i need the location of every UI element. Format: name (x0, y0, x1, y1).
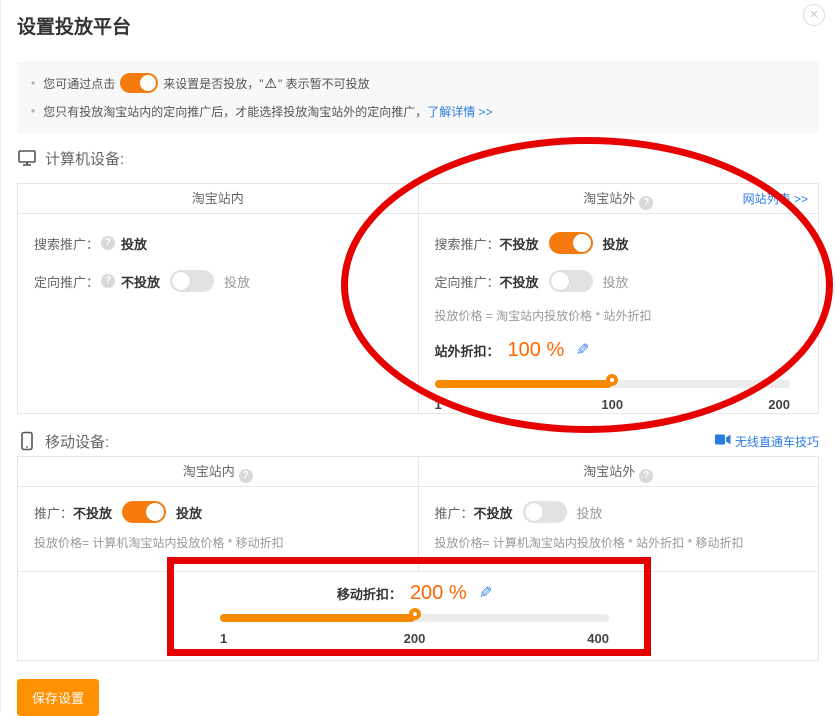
slider-handle[interactable] (409, 608, 421, 620)
mobile-onsite-promo-row: 推广： 不投放 投放 (34, 501, 402, 523)
slider-labels: 1 100 200 (435, 396, 791, 414)
computer-onsite-header: 淘宝站内 (18, 184, 418, 213)
row-label: 搜索推广： (435, 234, 500, 253)
pc-offsite-target-row: 定向推广： 不投放 投放 (435, 270, 803, 292)
row-label: 推广： (34, 503, 73, 522)
pc-offsite-search-toggle[interactable] (549, 232, 593, 254)
slider-current: 100 (601, 396, 623, 414)
mobile-discount-head: 移动折扣： 200 % ✎ (220, 580, 609, 606)
page-title: 设置投放平台 (1, 0, 835, 39)
pc-offsite-target-toggle[interactable] (549, 270, 593, 292)
notice2-text: 您只有投放淘宝站内的定向推广后，才能选择投放淘宝站外的定向推广， (43, 103, 427, 120)
learn-more-link[interactable]: 了解详情 >> (427, 103, 492, 120)
computer-table: 淘宝站内 淘宝站外? 网站列表 >> 搜索推广： ? 投放 定向推广： ? 不投… (17, 183, 819, 414)
mobile-section-title: 移动设备: (45, 431, 109, 452)
computer-onsite-cell: 搜索推广： ? 投放 定向推广： ? 不投放 投放 (18, 214, 418, 413)
slider-min: 1 (435, 396, 442, 414)
pc-onsite-target-toggle[interactable] (170, 270, 214, 292)
offsite-discount-row: 站外折扣： 100 % ✎ (435, 336, 803, 364)
on-state-label: 投放 (224, 272, 250, 291)
mobile-offsite-promo-row: 推广： 不投放 投放 (435, 501, 803, 523)
mobile-table: 淘宝站内? 淘宝站外? 推广： 不投放 投放 投放价格= 计算机淘宝站内投放价格… (17, 456, 819, 661)
search-state: 投放 (121, 234, 147, 253)
on-state-label: 投放 (577, 503, 603, 522)
computer-section-title: 计算机设备: (45, 148, 124, 169)
pc-onsite-target-row: 定向推广： ? 不投放 投放 (34, 270, 402, 292)
close-icon[interactable]: × (803, 4, 825, 26)
pc-onsite-search-row: 搜索推广： ? 投放 (34, 232, 402, 254)
mobile-discount-row: 移动折扣： 200 % ✎ 1 200 400 (18, 571, 818, 660)
mobile-offsite-formula: 投放价格= 计算机淘宝站内投放价格 * 站外折扣 * 移动折扣 (435, 535, 803, 551)
help-icon[interactable]: ? (239, 469, 253, 483)
phone-icon (17, 431, 37, 451)
notice-box: • 您可通过点击 来设置是否投放，" ⚠ " 表示暂不可投放 • 您只有投放淘宝… (17, 61, 819, 133)
edit-pencil-icon[interactable]: ✎ (479, 583, 492, 603)
computer-section-header: 计算机设备: (17, 145, 819, 171)
row-label: 定向推广： (34, 272, 99, 291)
computer-offsite-cell: 搜索推广： 不投放 投放 定向推广： 不投放 投放 投放价格 = 淘宝站内投放价… (418, 214, 819, 413)
slider-track-area[interactable] (435, 374, 791, 394)
slider-max: 200 (768, 396, 790, 414)
set-platform-dialog: { "dialog": { "title": "设置投放平台", "close_… (0, 0, 835, 711)
slider-current: 200 (404, 630, 426, 648)
on-state-label: 投放 (603, 234, 629, 253)
slider-min: 1 (220, 630, 227, 648)
off-state-label: 不投放 (121, 272, 160, 291)
website-list-link[interactable]: 网站列表 >> (743, 184, 808, 214)
mobile-offsite-header: 淘宝站外? (418, 457, 819, 486)
mobile-discount-value: 200 % (410, 582, 467, 605)
warning-icon: ⚠ (264, 75, 277, 92)
save-settings-button[interactable]: 保存设置 (17, 679, 99, 716)
slider-track-area[interactable] (220, 608, 609, 628)
slider-fill (220, 614, 415, 622)
computer-offsite-header: 淘宝站外? 网站列表 >> (418, 184, 819, 213)
off-state-label: 不投放 (500, 234, 539, 253)
row-label: 推广： (435, 503, 474, 522)
offsite-discount-value: 100 % (508, 339, 565, 362)
mobile-discount-slider: 1 200 400 (220, 608, 609, 648)
notice1-post: " 表示暂不可投放 (278, 75, 370, 92)
mobile-offsite-promo-toggle[interactable] (523, 501, 567, 523)
edit-pencil-icon[interactable]: ✎ (576, 340, 589, 360)
off-state-label: 不投放 (474, 503, 513, 522)
bullet-icon: • (31, 104, 35, 118)
wireless-tips-link[interactable]: 无线直通车技巧 (715, 433, 819, 450)
mobile-onsite-cell: 推广： 不投放 投放 投放价格= 计算机淘宝站内投放价格 * 移动折扣 (18, 487, 418, 571)
bullet-icon: • (31, 76, 35, 90)
computer-icon (17, 148, 37, 168)
video-icon (715, 434, 731, 448)
slider-fill (435, 380, 613, 388)
offsite-discount-slider: 1 100 200 (435, 374, 803, 414)
notice1-pre: 您可通过点击 (43, 75, 115, 92)
mobile-offsite-cell: 推广： 不投放 投放 投放价格= 计算机淘宝站内投放价格 * 站外折扣 * 移动… (418, 487, 819, 571)
notice-line-2: • 您只有投放淘宝站内的定向推广后，才能选择投放淘宝站外的定向推广， 了解详情 … (31, 97, 805, 125)
row-label: 定向推广： (435, 272, 500, 291)
slider-max: 400 (587, 630, 609, 648)
off-state-label: 不投放 (500, 272, 539, 291)
pc-offsite-search-row: 搜索推广： 不投放 投放 (435, 232, 803, 254)
mobile-onsite-header: 淘宝站内? (18, 457, 418, 486)
mobile-onsite-promo-toggle[interactable] (122, 501, 166, 523)
notice1-mid: 来设置是否投放，" (163, 75, 263, 92)
slider-labels: 1 200 400 (220, 630, 609, 648)
mobile-discount-label: 移动折扣： (337, 584, 402, 603)
mobile-section-header: 移动设备: 无线直通车技巧 (17, 428, 819, 454)
help-icon[interactable]: ? (639, 469, 653, 483)
row-label: 搜索推广： (34, 234, 99, 253)
on-state-label: 投放 (603, 272, 629, 291)
offsite-price-formula: 投放价格 = 淘宝站内投放价格 * 站外折扣 (435, 308, 803, 324)
on-state-label: 投放 (176, 503, 202, 522)
help-icon[interactable]: ? (101, 236, 115, 250)
notice-line-1: • 您可通过点击 来设置是否投放，" ⚠ " 表示暂不可投放 (31, 69, 805, 97)
off-state-label: 不投放 (73, 503, 112, 522)
mobile-onsite-formula: 投放价格= 计算机淘宝站内投放价格 * 移动折扣 (34, 535, 402, 551)
help-icon[interactable]: ? (639, 196, 653, 210)
toggle-example-icon (120, 73, 158, 93)
help-icon[interactable]: ? (101, 274, 115, 288)
offsite-discount-label: 站外折扣： (435, 341, 500, 360)
slider-handle[interactable] (606, 374, 618, 386)
